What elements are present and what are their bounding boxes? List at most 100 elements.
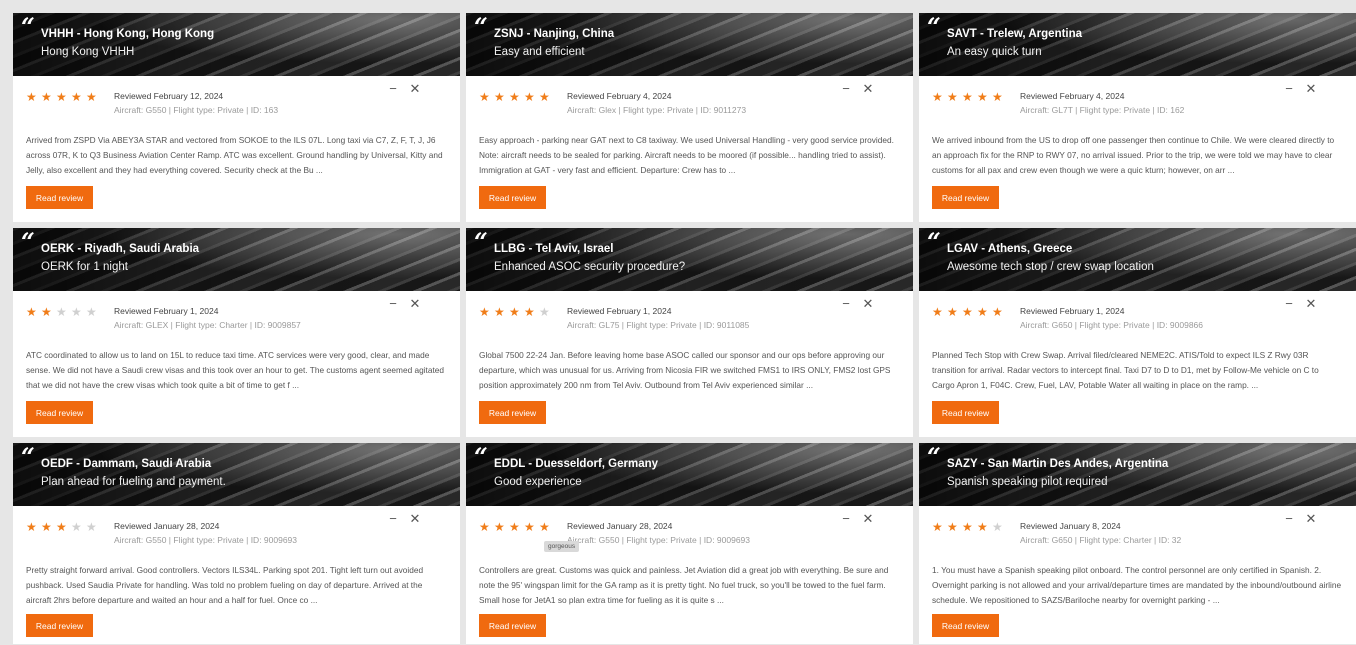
star-rating: ★ ★ ★ ★ ★ xyxy=(26,91,101,103)
star-empty-icon: ★ xyxy=(992,520,1004,534)
review-title: Plan ahead for fueling and payment. xyxy=(41,476,226,488)
close-icon[interactable]: ✕ xyxy=(404,296,426,312)
star-empty-icon: ★ xyxy=(71,520,83,534)
star-filled-icon: ★ xyxy=(932,520,944,534)
close-icon[interactable]: ✕ xyxy=(1300,511,1322,527)
airport-name[interactable]: OERK - Riyadh, Saudi Arabia xyxy=(41,243,199,255)
airport-name[interactable]: ZSNJ - Nanjing, China xyxy=(494,28,614,40)
star-empty-icon: ★ xyxy=(86,305,98,319)
review-excerpt: We arrived inbound from the US to drop o… xyxy=(932,135,1335,175)
star-rating: ★ ★ ★ ★ ★ xyxy=(932,306,1007,318)
star-filled-icon: ★ xyxy=(524,90,536,104)
card-controls: − ✕ xyxy=(382,511,426,527)
close-icon[interactable]: ✕ xyxy=(1300,296,1322,312)
minus-icon[interactable]: − xyxy=(835,296,857,311)
minus-icon[interactable]: − xyxy=(1278,511,1300,526)
tooltip: gorgeous xyxy=(544,541,580,552)
review-meta: Aircraft: GL75 | Flight type: Private | … xyxy=(567,320,750,330)
minus-icon[interactable]: − xyxy=(382,511,404,526)
star-filled-icon: ★ xyxy=(539,90,551,104)
star-filled-icon: ★ xyxy=(962,305,974,319)
star-filled-icon: ★ xyxy=(56,520,68,534)
star-empty-icon: ★ xyxy=(539,305,551,319)
read-review-button[interactable]: Read review xyxy=(479,614,546,637)
star-filled-icon: ★ xyxy=(977,520,989,534)
airport-name[interactable]: LLBG - Tel Aviv, Israel xyxy=(494,243,614,255)
star-filled-icon: ★ xyxy=(992,90,1004,104)
review-title: Easy and efficient xyxy=(494,46,585,58)
star-filled-icon: ★ xyxy=(509,90,521,104)
star-filled-icon: ★ xyxy=(41,305,53,319)
star-filled-icon: ★ xyxy=(524,305,536,319)
review-banner: “ LGAV - Athens, Greece Awesome tech sto… xyxy=(919,228,1356,291)
star-rating: ★ ★ ★ ★ ★ xyxy=(932,521,1007,533)
review-card: “ SAZY - San Martin Des Andes, Argentina… xyxy=(919,443,1356,644)
review-title: Awesome tech stop / crew swap location xyxy=(947,261,1154,273)
review-date: Reviewed February 1, 2024 xyxy=(567,306,672,316)
star-rating: ★ ★ ★ ★ ★ xyxy=(479,521,554,533)
minus-icon[interactable]: − xyxy=(835,81,857,96)
star-filled-icon: ★ xyxy=(71,90,83,104)
review-date: Reviewed February 4, 2024 xyxy=(1020,91,1125,101)
airport-name[interactable]: OEDF - Dammam, Saudi Arabia xyxy=(41,458,211,470)
close-icon[interactable]: ✕ xyxy=(857,511,879,527)
airport-name[interactable]: SAZY - San Martin Des Andes, Argentina xyxy=(947,458,1168,470)
close-icon[interactable]: ✕ xyxy=(404,81,426,97)
close-icon[interactable]: ✕ xyxy=(404,511,426,527)
review-banner: “ ZSNJ - Nanjing, China Easy and efficie… xyxy=(466,13,913,76)
star-filled-icon: ★ xyxy=(26,305,38,319)
read-review-button[interactable]: Read review xyxy=(932,614,999,637)
review-card: “ OERK - Riyadh, Saudi Arabia OERK for 1… xyxy=(13,228,460,437)
minus-icon[interactable]: − xyxy=(382,296,404,311)
review-title: Hong Kong VHHH xyxy=(41,46,135,58)
review-date: Reviewed February 12, 2024 xyxy=(114,91,224,101)
star-empty-icon: ★ xyxy=(86,520,98,534)
minus-icon[interactable]: − xyxy=(382,81,404,96)
review-meta: Aircraft: G550 | Flight type: Private | … xyxy=(114,105,279,115)
minus-icon[interactable]: − xyxy=(1278,81,1300,96)
review-card: “ SAVT - Trelew, Argentina An easy quick… xyxy=(919,13,1356,222)
star-filled-icon: ★ xyxy=(539,520,551,534)
minus-icon[interactable]: − xyxy=(835,511,857,526)
read-review-button[interactable]: Read review xyxy=(932,186,999,209)
review-meta: Aircraft: GL7T | Flight type: Private | … xyxy=(1020,105,1185,115)
review-date: Reviewed February 1, 2024 xyxy=(1020,306,1125,316)
review-banner: “ OEDF - Dammam, Saudi Arabia Plan ahead… xyxy=(13,443,460,506)
close-icon[interactable]: ✕ xyxy=(857,81,879,97)
star-filled-icon: ★ xyxy=(977,305,989,319)
reviews-grid: “ VHHH - Hong Kong, Hong Kong Hong Kong … xyxy=(13,13,1356,644)
review-date: Reviewed January 28, 2024 xyxy=(114,521,220,531)
star-rating: ★ ★ ★ ★ ★ xyxy=(479,91,554,103)
star-filled-icon: ★ xyxy=(86,90,98,104)
close-icon[interactable]: ✕ xyxy=(857,296,879,312)
review-title: Spanish speaking pilot required xyxy=(947,476,1108,488)
review-excerpt: Global 7500 22-24 Jan. Before leaving ho… xyxy=(479,350,891,390)
read-review-button[interactable]: Read review xyxy=(26,401,93,424)
minus-icon[interactable]: − xyxy=(1278,296,1300,311)
airport-name[interactable]: EDDL - Duesseldorf, Germany xyxy=(494,458,658,470)
review-date: Reviewed January 8, 2024 xyxy=(1020,521,1121,531)
read-review-button[interactable]: Read review xyxy=(26,614,93,637)
read-review-button[interactable]: Read review xyxy=(479,186,546,209)
airport-name[interactable]: SAVT - Trelew, Argentina xyxy=(947,28,1082,40)
card-controls: − ✕ xyxy=(1278,296,1322,312)
review-meta: Aircraft: G650 | Flight type: Private | … xyxy=(1020,320,1204,330)
card-controls: − ✕ xyxy=(382,81,426,97)
star-rating: ★ ★ ★ ★ ★ xyxy=(479,306,554,318)
airport-name[interactable]: LGAV - Athens, Greece xyxy=(947,243,1072,255)
star-filled-icon: ★ xyxy=(947,90,959,104)
review-date: Reviewed February 4, 2024 xyxy=(567,91,672,101)
star-filled-icon: ★ xyxy=(509,520,521,534)
review-excerpt: Controllers are great. Customs was quick… xyxy=(479,565,889,605)
read-review-button[interactable]: Read review xyxy=(932,401,999,424)
read-review-button[interactable]: Read review xyxy=(26,186,93,209)
star-filled-icon: ★ xyxy=(932,90,944,104)
close-icon[interactable]: ✕ xyxy=(1300,81,1322,97)
star-filled-icon: ★ xyxy=(947,520,959,534)
review-card: “ LLBG - Tel Aviv, Israel Enhanced ASOC … xyxy=(466,228,913,437)
read-review-button[interactable]: Read review xyxy=(479,401,546,424)
star-filled-icon: ★ xyxy=(962,90,974,104)
quote-icon: “ xyxy=(474,13,488,41)
review-banner: “ OERK - Riyadh, Saudi Arabia OERK for 1… xyxy=(13,228,460,291)
airport-name[interactable]: VHHH - Hong Kong, Hong Kong xyxy=(41,28,214,40)
